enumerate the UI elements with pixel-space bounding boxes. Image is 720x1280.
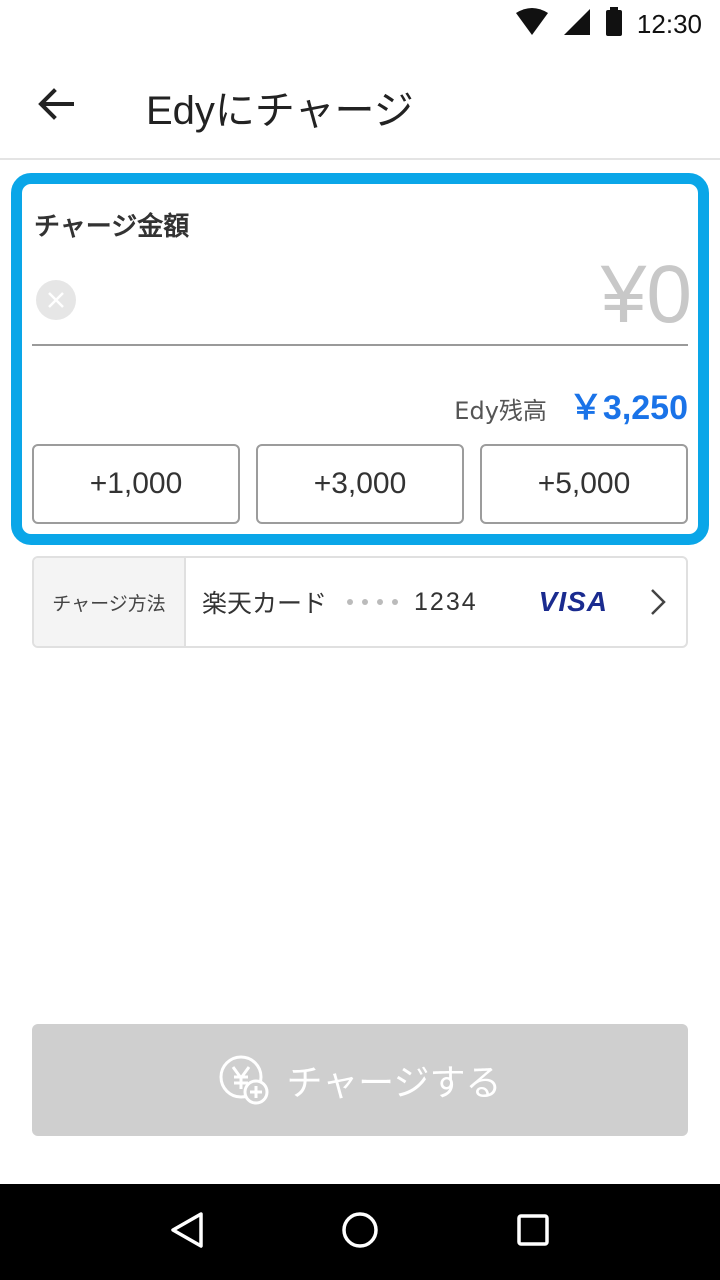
amount-input[interactable]: ¥0 — [601, 248, 692, 342]
visa-logo: VISA — [538, 586, 608, 617]
amount-underline — [32, 344, 688, 346]
page-title: Edyにチャージ — [146, 89, 414, 133]
edy-balance: Edy残高 ￥3,250 — [454, 380, 688, 429]
close-icon — [48, 292, 64, 308]
charge-method-label: チャージ方法 — [34, 558, 186, 646]
charge-method-card: 楽天カード 1234 VISA — [186, 558, 686, 646]
charge-method-row[interactable]: チャージ方法 楽天カード 1234 VISA — [32, 556, 688, 648]
arrow-left-icon — [38, 88, 74, 120]
status-time: 12:30 — [636, 8, 702, 39]
charge-amount-label: チャージ金額 — [34, 212, 190, 242]
charge-amount-panel: チャージ金額 ¥0 Edy残高 ￥3,250 +1,000 +3,000 +5,… — [11, 173, 709, 545]
back-button[interactable] — [28, 76, 84, 132]
add-3000-button[interactable]: +3,000 — [256, 444, 464, 524]
quick-amount-buttons: +1,000 +3,000 +5,000 — [32, 444, 688, 524]
yen-plus-icon — [219, 1055, 269, 1105]
signal-icon — [563, 8, 591, 40]
add-5000-button[interactable]: +5,000 — [480, 444, 688, 524]
status-bar: 12:30 — [0, 0, 720, 48]
app-bar: Edyにチャージ — [0, 48, 720, 160]
balance-label: Edy残高 — [454, 397, 547, 425]
add-1000-button[interactable]: +1,000 — [32, 444, 240, 524]
masked-dots — [347, 599, 399, 605]
card-last4: 1234 — [414, 587, 478, 616]
clear-amount-button[interactable] — [36, 280, 76, 320]
nav-recents-button[interactable] — [513, 1210, 553, 1254]
square-recents-icon — [517, 1214, 550, 1246]
chevron-right-icon — [650, 588, 666, 620]
battery-icon — [605, 7, 623, 41]
charge-button[interactable]: チャージする — [32, 1024, 688, 1136]
triangle-back-icon — [170, 1212, 203, 1248]
screen: 12:30 Edyにチャージ チャージ金額 ¥0 Edy残高 ￥3,250 +1… — [0, 0, 720, 1280]
wifi-icon — [515, 7, 549, 41]
nav-home-button[interactable] — [340, 1210, 380, 1254]
balance-value: ￥3,250 — [568, 389, 688, 427]
charge-button-label: チャージする — [286, 1063, 502, 1104]
circle-home-icon — [342, 1212, 378, 1248]
system-nav-bar — [0, 1184, 720, 1280]
nav-back-button[interactable] — [167, 1210, 207, 1254]
card-name: 楽天カード — [202, 589, 328, 618]
